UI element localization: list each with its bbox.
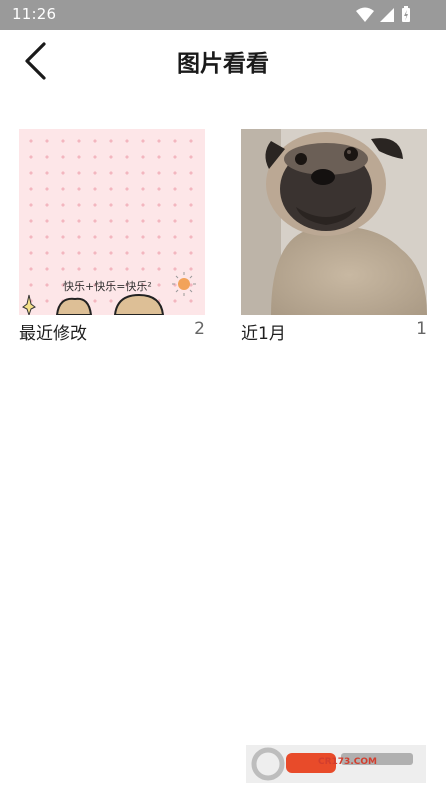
pug-photo xyxy=(241,129,427,315)
app-bar: 图片看看 xyxy=(0,30,446,94)
album-count: 1 xyxy=(416,319,427,339)
album-name: 最近修改 xyxy=(19,324,87,344)
watermark-logo: CR173.COM xyxy=(246,745,426,783)
watermark-text: CR173.COM xyxy=(318,757,377,767)
status-icons xyxy=(356,6,410,22)
album-item-recent[interactable]: 快乐+快乐=快乐² 最近修改 2 xyxy=(19,129,205,344)
album-item-last-month[interactable]: 近1月 1 xyxy=(241,129,427,344)
album-name: 近1月 xyxy=(241,324,286,344)
page-title: 图片看看 xyxy=(177,51,269,77)
cartoon-illustration xyxy=(22,272,196,315)
album-count: 2 xyxy=(194,319,205,339)
status-time: 11:26 xyxy=(12,5,57,23)
album-thumbnail xyxy=(241,129,427,315)
battery-icon xyxy=(402,6,410,22)
wifi-icon xyxy=(356,7,374,22)
sun-icon xyxy=(172,272,196,296)
status-bar: 11:26 xyxy=(0,0,446,30)
album-thumbnail: 快乐+快乐=快乐² xyxy=(19,129,205,315)
signal-icon xyxy=(380,8,394,22)
